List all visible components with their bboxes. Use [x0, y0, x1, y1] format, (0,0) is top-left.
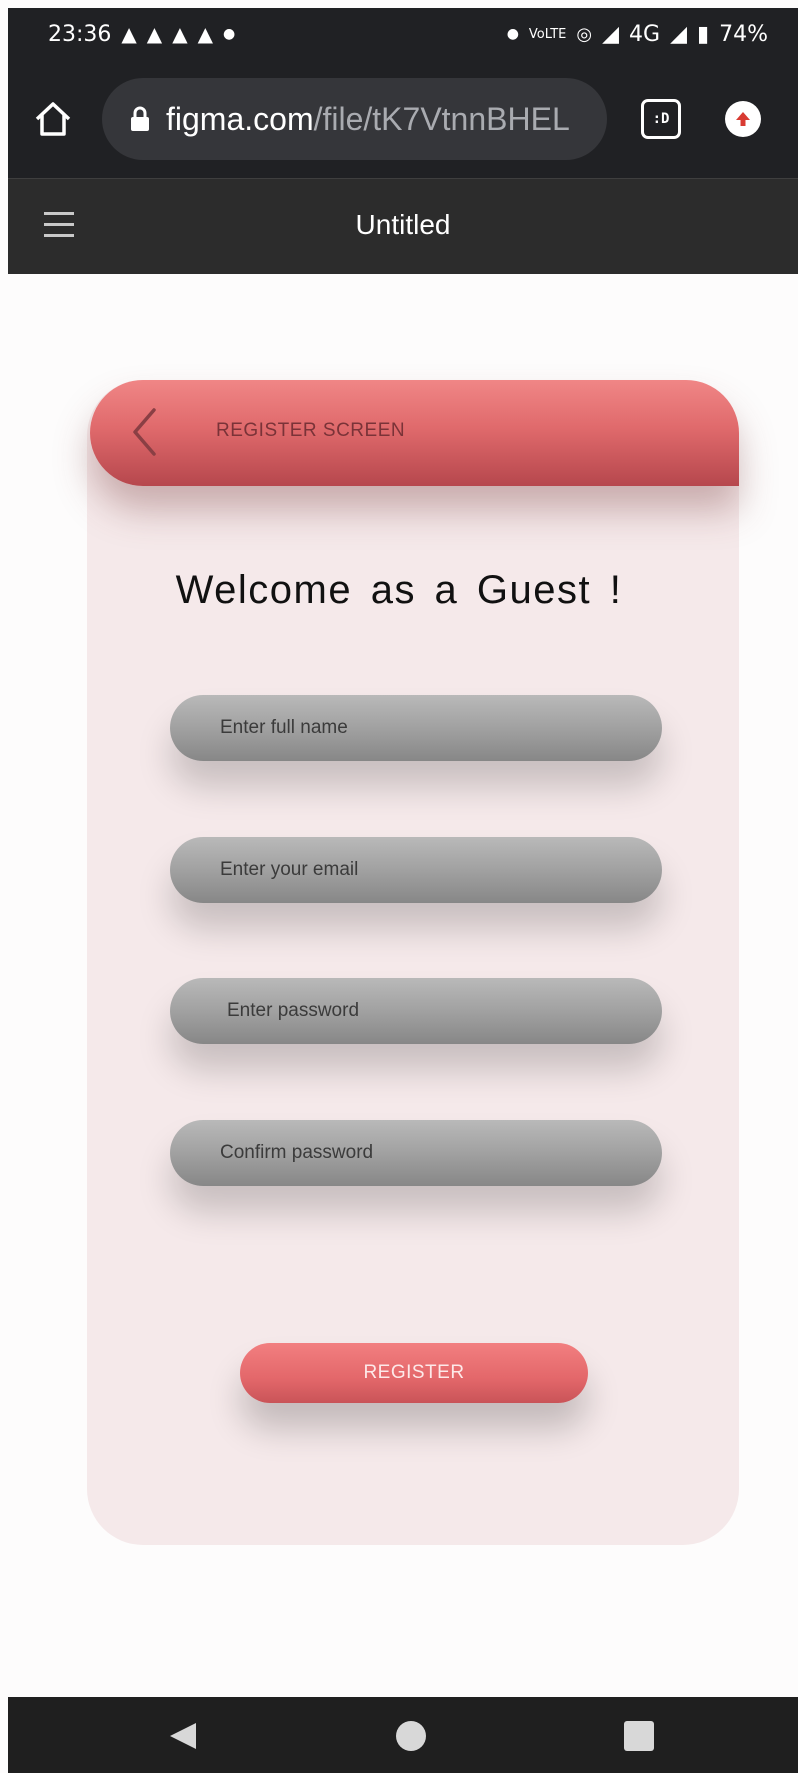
upload-button[interactable]	[725, 101, 761, 137]
header-title: REGISTER SCREEN	[216, 420, 406, 441]
upload-arrow-icon	[736, 112, 750, 126]
status-bar: 23:36 ▲ ▲ ▲ ▲ ● ● VoLTE ◎ ◢ 4G ◢ ▮ 74%	[8, 8, 798, 60]
browser-toolbar: figma.com/file/tK7VtnnBHEL :D	[8, 60, 798, 178]
file-title: Untitled	[355, 209, 451, 240]
notification-dot-icon: ●	[506, 26, 519, 42]
battery-level: 74%	[719, 21, 768, 47]
hotspot-icon: ◎	[576, 23, 593, 45]
url-path: /file/tK7VtnnBHEL	[313, 100, 570, 137]
tab-switcher-button[interactable]: :D	[641, 99, 681, 139]
url-domain: figma.com	[166, 100, 314, 137]
register-header: REGISTER SCREEN	[90, 380, 739, 486]
battery-icon: ▮	[696, 21, 710, 47]
android-nav-bar	[8, 1697, 798, 1773]
figma-toolbar: Untitled	[8, 178, 798, 274]
tab-switcher-label: :D	[652, 111, 670, 127]
confirm-password-field[interactable]	[170, 1120, 662, 1186]
password-field[interactable]	[170, 978, 662, 1044]
clock: 23:36	[48, 21, 112, 47]
signal-icon: ◢	[602, 21, 620, 47]
snapchat-icon: ▲	[197, 22, 213, 46]
lock-icon	[130, 106, 150, 132]
home-button[interactable]	[26, 92, 80, 146]
status-left: 23:36 ▲ ▲ ▲ ▲ ●	[48, 22, 235, 47]
signal-icon: ◢	[670, 21, 687, 47]
home-icon	[35, 102, 71, 136]
more-notifications-icon: ●	[222, 26, 236, 42]
email-field[interactable]	[170, 837, 662, 903]
nav-home-icon[interactable]	[396, 1721, 426, 1751]
network-type: 4G	[629, 21, 661, 47]
nav-back-icon[interactable]	[168, 1721, 198, 1751]
welcome-heading: Welcome as a Guest !	[175, 568, 623, 612]
volte-icon: VoLTE	[528, 26, 567, 42]
snapchat-icon: ▲	[121, 22, 137, 46]
register-button[interactable]: REGISTER	[240, 1343, 588, 1403]
back-chevron-icon[interactable]	[130, 407, 158, 457]
status-right: ● VoLTE ◎ ◢ 4G ◢ ▮ 74%	[507, 22, 768, 47]
full-name-field[interactable]	[170, 695, 662, 761]
snapchat-icon: ▲	[172, 22, 188, 46]
nav-recents-icon[interactable]	[624, 1721, 654, 1751]
snapchat-icon: ▲	[146, 22, 163, 46]
address-bar[interactable]: figma.com/file/tK7VtnnBHEL	[102, 78, 607, 160]
